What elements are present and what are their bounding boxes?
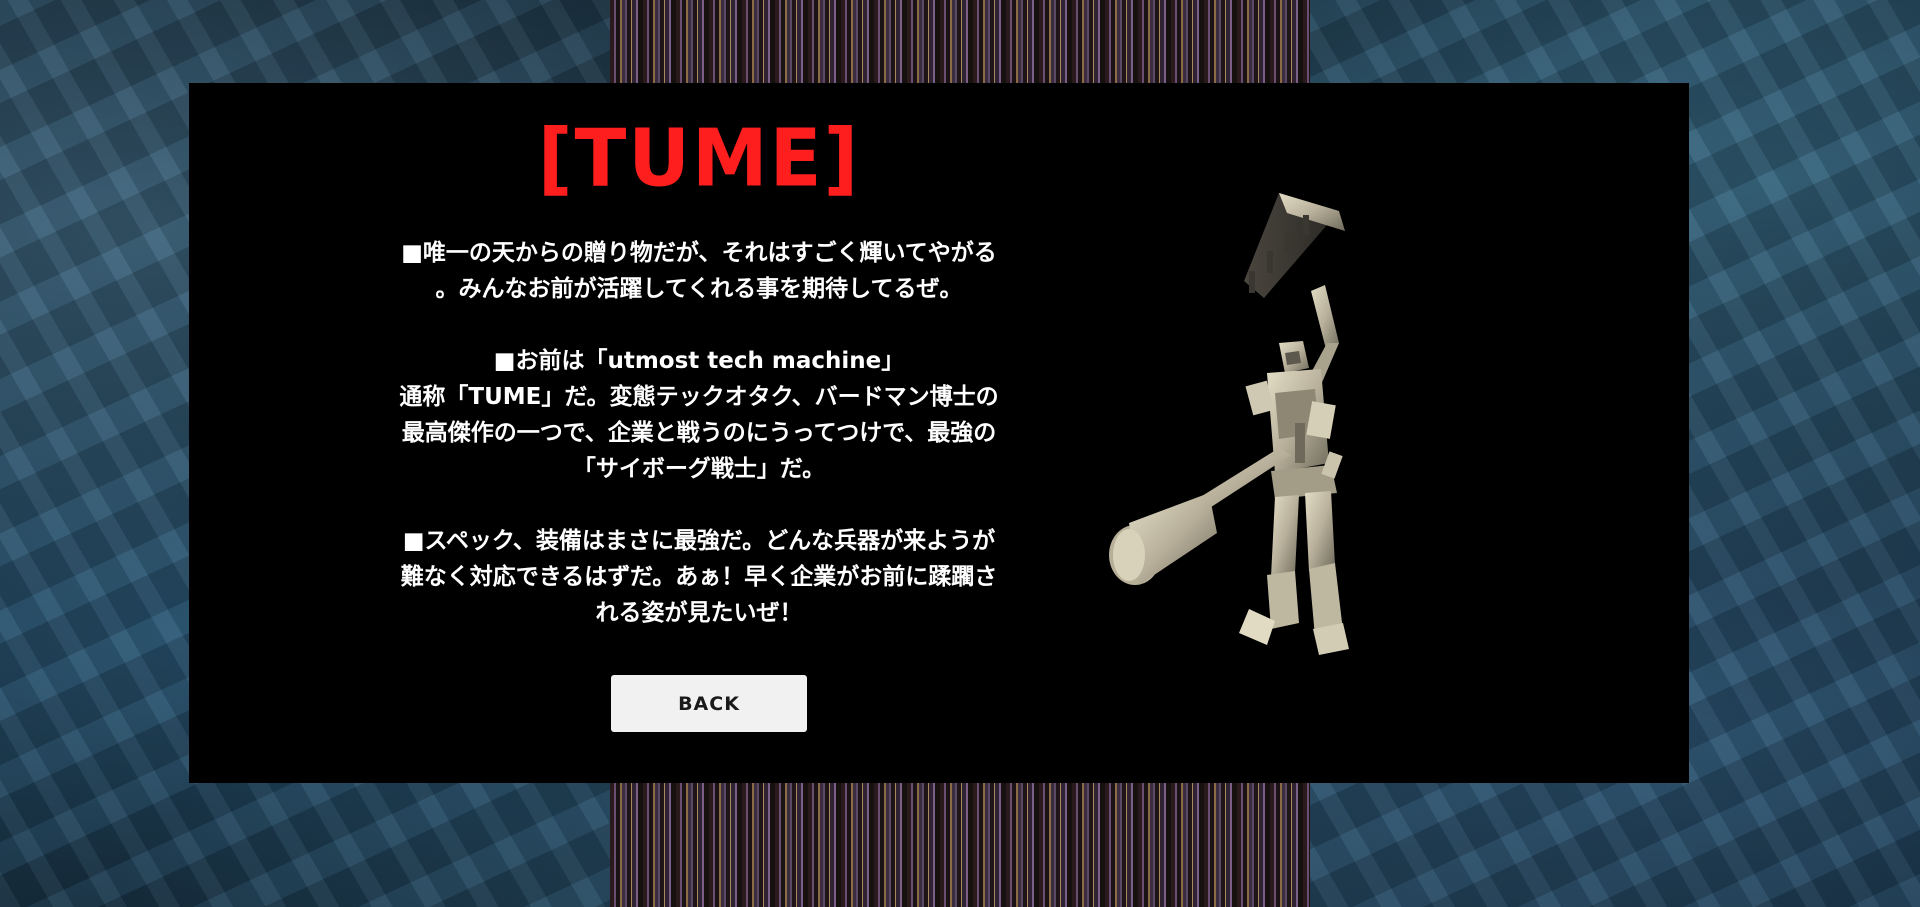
mech-robot-icon xyxy=(1109,193,1349,655)
description-line: ■スペック、装備はまさに最強だ。どんな兵器が来ようが xyxy=(402,528,996,554)
description-paragraph-1: ■唯一の天からの贈り物だが、それはすごく輝いてやがる 。みんなお前が活躍してくれ… xyxy=(359,235,1039,307)
description-line: ■お前は「utmost tech machine」 xyxy=(493,348,905,374)
description-line: れる姿が見たいぜ！ xyxy=(595,600,803,626)
description-line: 「サイボーグ戦士」だ。 xyxy=(572,456,826,482)
character-title: [TUME] xyxy=(537,110,861,205)
character-text-column: [TUME] ■唯一の天からの贈り物だが、それはすごく輝いてやがる 。みんなお前… xyxy=(359,83,1039,783)
character-info-panel: [TUME] ■唯一の天からの贈り物だが、それはすごく輝いてやがる 。みんなお前… xyxy=(189,83,1689,783)
description-line: 。みんなお前が活躍してくれる事を期待してるぜ。 xyxy=(435,276,963,302)
description-line: 難なく対応できるはずだ。あぁ！早く企業がお前に蹂躙さ xyxy=(400,564,998,590)
description-line: 通称「TUME」だ。変態テックオタク、バードマン博士の xyxy=(399,384,999,410)
game-scene: [TUME] ■唯一の天からの贈り物だが、それはすごく輝いてやがる 。みんなお前… xyxy=(0,0,1920,907)
description-paragraph-3: ■スペック、装備はまさに最強だ。どんな兵器が来ようが 難なく対応できるはずだ。あ… xyxy=(359,523,1039,631)
description-paragraph-2: ■お前は「utmost tech machine」 通称「TUME」だ。変態テッ… xyxy=(359,343,1039,487)
description-line: ■唯一の天からの贈り物だが、それはすごく輝いてやがる xyxy=(401,240,997,266)
back-button[interactable]: BACK xyxy=(611,675,807,732)
description-line: 最高傑作の一つで、企業と戦うのにうってつけで、最強の xyxy=(401,420,997,446)
character-description: ■唯一の天からの贈り物だが、それはすごく輝いてやがる 。みんなお前が活躍してくれ… xyxy=(359,235,1039,631)
